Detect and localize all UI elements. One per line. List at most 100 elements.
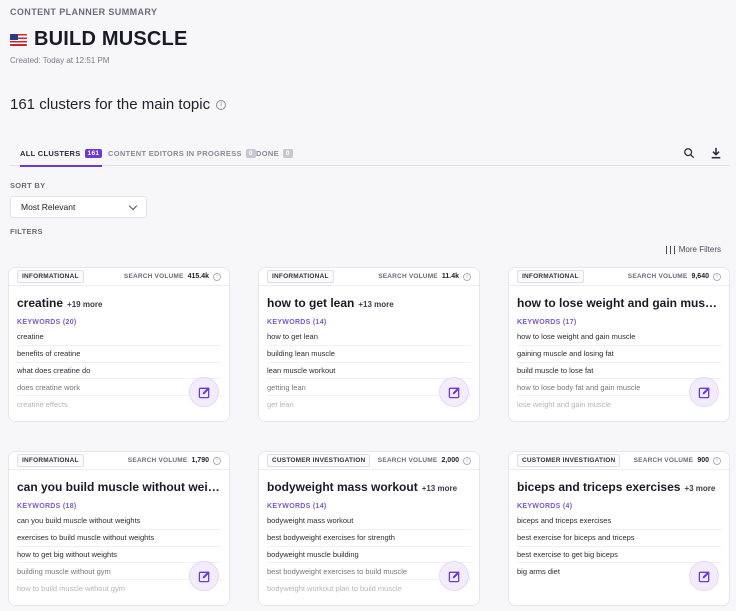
created-timestamp: Created: Today at 12:51 PM	[10, 56, 110, 65]
keyword-item: biceps and triceps exercises	[517, 513, 721, 530]
keyword-item: gaining muscle and losing fat	[517, 346, 721, 363]
search-volume-label: SEARCH VOLUME	[627, 273, 688, 280]
cluster-card[interactable]: INFORMATIONAL SEARCH VOLUME 11.4k i how …	[258, 267, 480, 422]
keyword-item: how to get lean	[267, 329, 471, 346]
card-header: INFORMATIONAL SEARCH VOLUME 415.4k i	[9, 268, 229, 286]
card-header: INFORMATIONAL SEARCH VOLUME 1,790 i	[9, 452, 229, 470]
sort-by-label: SORT BY	[10, 181, 46, 190]
keywords-label: KEYWORDS (14)	[267, 319, 327, 326]
sliders-icon	[665, 245, 675, 254]
intent-badge: CUSTOMER INVESTIGATION	[517, 454, 621, 467]
title-row: BUILD MUSCLE	[10, 28, 188, 51]
keyword-item: lean muscle workout	[267, 363, 471, 380]
pencil-square-icon	[198, 386, 210, 398]
pencil-square-icon	[448, 570, 460, 582]
edit-button[interactable]	[189, 561, 219, 591]
section-label: CONTENT PLANNER SUMMARY	[10, 7, 158, 17]
card-title[interactable]: can you build muscle without weight...	[17, 480, 221, 494]
search-volume-label: SEARCH VOLUME	[378, 273, 438, 280]
more-filters-button[interactable]: More Filters	[665, 245, 721, 254]
main-keyword: creatine	[17, 296, 64, 310]
card-title[interactable]: bodyweight mass workout +13 more	[267, 480, 471, 494]
card-header: INFORMATIONAL SEARCH VOLUME 11.4k i	[259, 268, 479, 286]
tab-content-editors-in-progress[interactable]: CONTENT EDITORS IN PROGRESS 0	[108, 140, 256, 166]
info-icon[interactable]: i	[463, 272, 471, 281]
edit-button[interactable]	[689, 377, 719, 407]
keyword-item: what does creatine do	[17, 363, 221, 380]
tab-count-badge: 0	[282, 148, 293, 158]
keywords-label: KEYWORDS (18)	[17, 503, 77, 510]
card-header: CUSTOMER INVESTIGATION SEARCH VOLUME 900…	[509, 452, 729, 470]
intent-badge: INFORMATIONAL	[17, 270, 84, 283]
tab-count-badge: 0	[245, 148, 256, 158]
edit-button[interactable]	[439, 377, 469, 407]
card-title[interactable]: how to get lean +13 more	[267, 296, 471, 310]
keywords-label: KEYWORDS (4)	[517, 503, 573, 510]
intent-badge: INFORMATIONAL	[517, 270, 584, 283]
tab-count-badge: 161	[84, 148, 103, 158]
tab-all-clusters[interactable]: ALL CLUSTERS 161	[20, 140, 103, 167]
search-volume-label: SEARCH VOLUME	[633, 457, 694, 464]
cluster-card[interactable]: INFORMATIONAL SEARCH VOLUME 9,640 i how …	[508, 267, 730, 422]
keywords-label: KEYWORDS (20)	[17, 319, 77, 326]
cluster-card[interactable]: CUSTOMER INVESTIGATION SEARCH VOLUME 2,0…	[258, 451, 480, 606]
card-title[interactable]: how to lose weight and gain muscle...	[517, 296, 721, 310]
search-volume-value: 9,640	[691, 273, 709, 280]
chevron-down-icon	[128, 201, 138, 210]
edit-button[interactable]	[689, 561, 719, 591]
cluster-card[interactable]: CUSTOMER INVESTIGATION SEARCH VOLUME 900…	[508, 451, 730, 606]
keyword-list: how to get lean building lean muscle lean …	[267, 329, 471, 413]
more-keywords-count: +13 more	[421, 484, 458, 493]
search-volume: SEARCH VOLUME 11.4k i	[378, 272, 471, 281]
info-icon[interactable]: i	[213, 272, 221, 281]
card-title[interactable]: creatine +19 more	[17, 296, 221, 310]
download-icon[interactable]	[709, 146, 723, 160]
info-icon[interactable]: i	[713, 272, 721, 281]
search-volume: SEARCH VOLUME 415.4k i	[123, 272, 221, 281]
keyword-item: best exercise to get big biceps	[517, 547, 721, 564]
info-icon[interactable]: i	[216, 99, 227, 110]
search-volume: SEARCH VOLUME 1,790 i	[127, 456, 221, 465]
main-keyword: biceps and triceps exercises	[517, 480, 681, 494]
search-volume-value: 415.4k	[187, 273, 209, 280]
search-volume: SEARCH VOLUME 9,640 i	[627, 272, 721, 281]
cluster-card[interactable]: INFORMATIONAL SEARCH VOLUME 1,790 i can …	[8, 451, 230, 606]
us-flag-icon	[10, 33, 27, 46]
more-keywords-count: +3 more	[684, 484, 716, 493]
main-keyword: how to get lean	[267, 296, 355, 310]
page-title: BUILD MUSCLE	[34, 28, 188, 50]
search-volume-label: SEARCH VOLUME	[123, 273, 184, 280]
keyword-item: how to lose weight and gain muscle	[517, 329, 721, 346]
sort-select[interactable]: Most Relevant	[10, 196, 147, 218]
search-volume: SEARCH VOLUME 900 i	[633, 456, 721, 465]
main-keyword: bodyweight mass workout	[267, 480, 418, 494]
card-header: INFORMATIONAL SEARCH VOLUME 9,640 i	[509, 268, 729, 286]
search-icon[interactable]	[682, 146, 696, 160]
info-icon[interactable]: i	[713, 456, 721, 465]
keywords-label: KEYWORDS (14)	[267, 503, 327, 510]
edit-button[interactable]	[189, 377, 219, 407]
keyword-item: bodyweight mass workout	[267, 513, 471, 530]
tab-done[interactable]: DONE 0	[256, 140, 293, 166]
keyword-item: best bodyweight exercises for strength	[267, 530, 471, 547]
main-keyword: how to lose weight and gain muscle...	[517, 296, 721, 310]
more-filters-label: More Filters	[678, 245, 721, 254]
cluster-tabs: ALL CLUSTERS 161 CONTENT EDITORS IN PROG…	[10, 140, 730, 167]
search-volume-label: SEARCH VOLUME	[127, 457, 188, 464]
more-keywords-count: +19 more	[67, 300, 103, 309]
intent-badge: CUSTOMER INVESTIGATION	[267, 454, 371, 467]
keyword-item: best exercise for biceps and triceps	[517, 530, 721, 547]
info-icon[interactable]: i	[213, 456, 221, 465]
search-volume-value: 11.4k	[441, 273, 459, 280]
tab-label: CONTENT EDITORS IN PROGRESS	[108, 148, 242, 158]
cluster-card[interactable]: INFORMATIONAL SEARCH VOLUME 415.4k i cre…	[8, 267, 230, 422]
info-icon[interactable]: i	[463, 456, 471, 465]
search-volume-value: 2,000	[441, 457, 459, 464]
card-title[interactable]: biceps and triceps exercises +3 more	[517, 480, 721, 494]
keyword-item: creatine	[17, 329, 221, 346]
edit-button[interactable]	[439, 561, 469, 591]
main-keyword: can you build muscle without weight...	[17, 480, 221, 494]
filters-label: FILTERS	[10, 227, 43, 236]
keyword-list: bodyweight mass workout best bodyweight e…	[267, 513, 471, 597]
card-header: CUSTOMER INVESTIGATION SEARCH VOLUME 2,0…	[259, 452, 479, 470]
